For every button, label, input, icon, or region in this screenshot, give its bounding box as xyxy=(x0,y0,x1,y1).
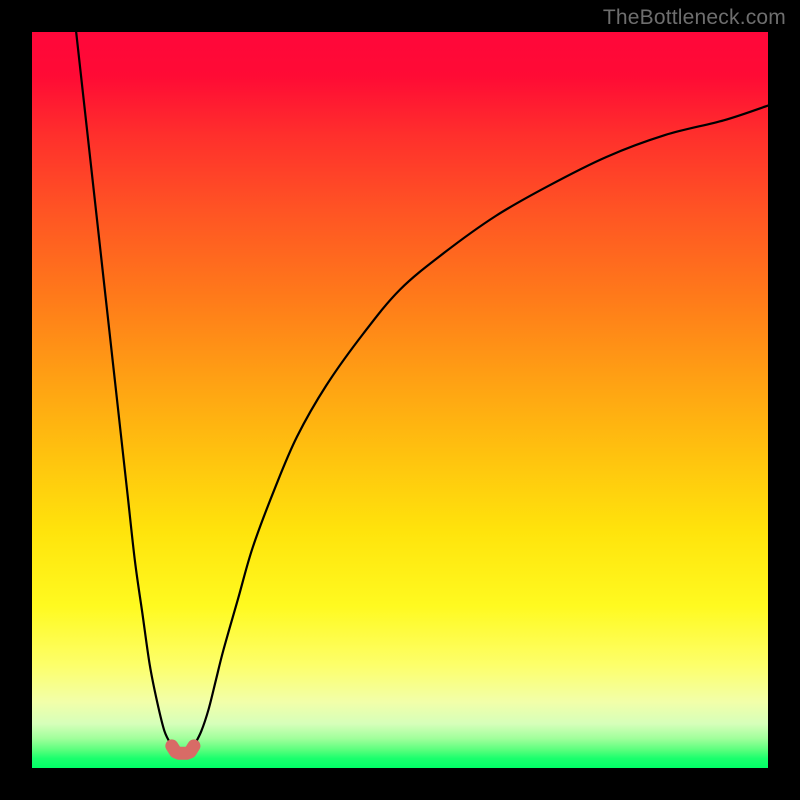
watermark-text: TheBottleneck.com xyxy=(603,6,786,30)
chart-frame: TheBottleneck.com xyxy=(0,0,800,800)
curve-left-branch xyxy=(76,32,172,746)
valley-marker xyxy=(172,746,194,753)
curve-right-branch xyxy=(194,106,768,746)
curve-layer xyxy=(32,32,768,768)
plot-area xyxy=(32,32,768,768)
